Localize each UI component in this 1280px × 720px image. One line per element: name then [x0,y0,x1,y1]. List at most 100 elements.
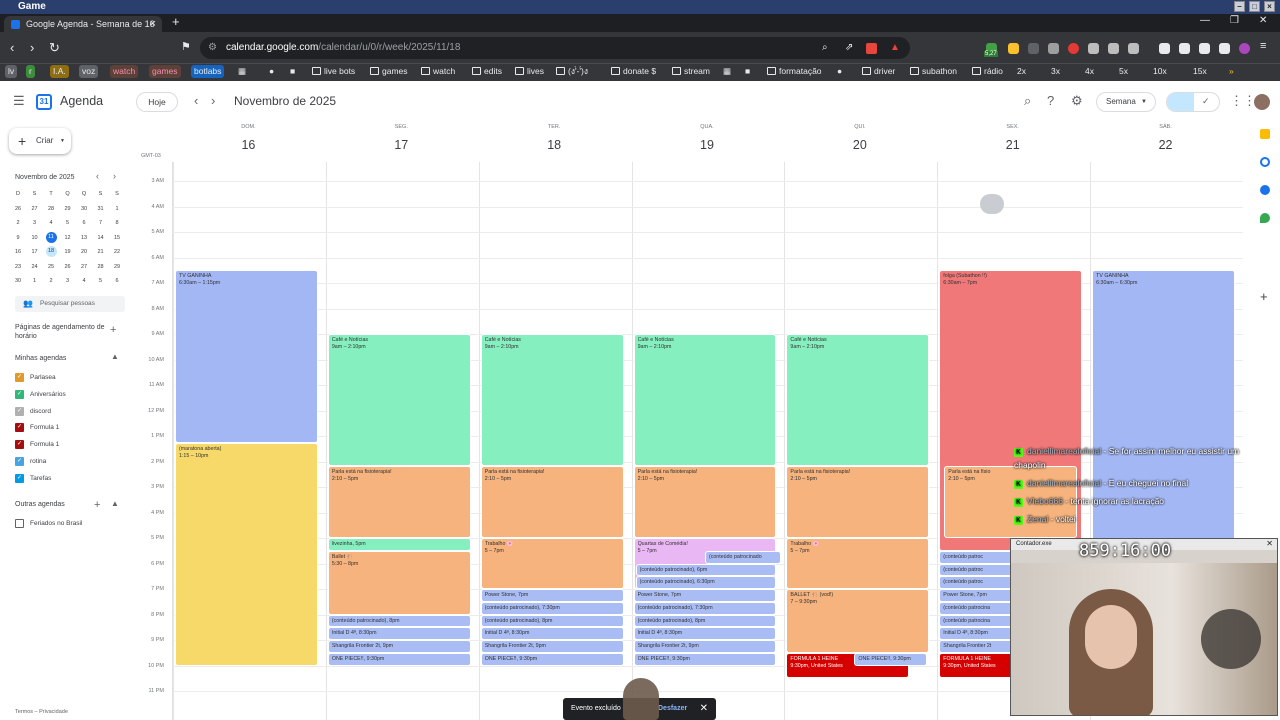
mini-day[interactable]: 4 [43,217,59,229]
collapse-icon[interactable]: ▲ [111,352,119,361]
mini-day[interactable]: 2 [10,217,26,229]
day-number[interactable]: 16 [218,138,278,152]
calendar-event[interactable]: Shangrila Frontier 2t, 9pm [327,640,471,653]
mini-day[interactable]: 29 [60,203,76,215]
calendar-event[interactable]: Café e Notícias 9am – 2:10pm [786,334,930,466]
my-calendars-title[interactable]: Minhas agendas [15,355,66,362]
add-calendar-icon[interactable]: + [94,499,100,511]
extension-icon[interactable] [1239,43,1250,54]
checkbox[interactable]: ✓ [15,423,24,433]
checkbox[interactable] [15,519,24,528]
bookmark-folder[interactable]: edits [469,65,505,78]
new-tab-button[interactable]: + [172,14,180,29]
mini-day[interactable]: 5 [60,217,76,229]
calendar-event[interactable]: (conteúdo patrocinado), 6pm [635,563,777,577]
day-number[interactable]: 17 [371,138,431,152]
calendar-event[interactable]: (conteúdo patrocinado), 8pm [480,614,624,628]
mini-day[interactable]: 28 [43,203,59,215]
mini-day[interactable]: 30 [76,203,92,215]
create-button[interactable]: + Criar ▼ [9,128,71,154]
close-icon[interactable]: ✕ [700,698,708,720]
day-number[interactable]: 18 [524,138,584,152]
mini-prev-icon[interactable]: ‹ [96,171,99,181]
mini-day[interactable]: 5 [93,275,109,287]
bookmark-item[interactable]: 3x [1048,65,1063,78]
reload-icon[interactable]: ↻ [49,40,60,56]
checkbox[interactable]: ✓ [15,406,24,416]
bookmark-folder[interactable]: watch [418,65,458,78]
site-info-icon[interactable]: ⚙ [208,37,217,59]
mini-day[interactable]: 21 [93,246,109,258]
mini-day[interactable]: 26 [10,203,26,215]
share-icon[interactable]: ⇗ [845,37,853,59]
bookmark-icon[interactable]: ⚑ [181,40,191,53]
checkbox[interactable]: ✓ [15,440,24,450]
bookmark-folder[interactable]: donate $ [608,65,659,78]
mini-day[interactable]: 20 [76,246,92,258]
bookmark-folder[interactable]: rádio [969,65,1006,78]
calendar-event[interactable]: Parla está na fisioterapia! 2:10 – 5pm [786,465,930,539]
mini-day[interactable]: 4 [76,275,92,287]
other-calendars-title[interactable]: Outras agendas [15,501,65,508]
calendar-event[interactable]: (conteúdo patrocinado), 7:30pm [480,601,624,615]
mini-day[interactable]: 29 [109,261,125,273]
calendar-event[interactable]: ONE PIECE!!, 9:30pm [633,652,777,666]
undo-button[interactable]: Desfazer [658,698,687,720]
previous-week-icon[interactable]: ‹ [194,93,198,108]
bookmark-icon[interactable]: ● [266,65,277,78]
mini-day[interactable]: 28 [93,261,109,273]
contacts-icon[interactable] [1260,185,1270,195]
bookmark-item[interactable]: 5x [1116,65,1131,78]
url-input[interactable]: ⚙ calendar.google.com/calendar/u/0/r/wee… [200,37,910,59]
get-addons-icon[interactable]: + [1260,289,1268,304]
extension-icon[interactable] [1048,43,1059,54]
mini-day[interactable]: 13 [76,232,92,244]
bookmark-folder[interactable]: stream [669,65,713,78]
calendar-event[interactable]: Parla está na fisioterapia! 2:10 – 5pm [633,465,777,539]
view-selector[interactable]: Semana ▼ [1096,92,1156,112]
calendar-event[interactable]: (conteúdo patrocinado), 6:30pm [635,576,777,590]
calendar-event[interactable]: Shangrila Frontier 2t, 9pm [480,640,624,653]
calendar-event[interactable]: ONE PIECE!!, 9:30pm [854,652,928,666]
browser-tab[interactable]: Google Agenda - Semana de 16 × [4,16,162,32]
avatar[interactable] [1254,94,1270,110]
calendar-event[interactable]: BALLET 🩰 (vod!) 7 – 9:30pm [786,589,930,653]
browser-close-icon[interactable]: ✕ [1259,15,1267,26]
day-number[interactable]: 22 [1136,138,1196,152]
calendar-event[interactable]: Café e Notícias 9am – 2:10pm [327,334,471,466]
bookmark-item[interactable]: voz [79,65,99,78]
mini-day[interactable]: 2 [43,275,59,287]
bookmark-folder[interactable]: driver [859,65,898,78]
brave-shield-icon[interactable] [866,43,877,54]
calendar-event[interactable]: ONE PIECE!!, 9:30pm [480,652,624,666]
browser-menu-icon[interactable]: ≡ [1260,40,1266,52]
checkbox[interactable]: ✓ [15,389,24,399]
bookmark-icon[interactable]: ▦ [720,65,734,78]
calendar-event[interactable]: livezinha, 5pm [327,538,471,551]
calendar-event[interactable]: Trabalho 🌸 5 – 7pm [786,538,930,590]
tasks-view-icon[interactable]: ✓ [1202,96,1210,107]
calendar-event[interactable]: (maratona aberta) 1:15 – 10pm [175,442,318,666]
next-week-icon[interactable]: › [211,93,215,108]
settings-gear-icon[interactable]: ⚙ [1071,93,1083,109]
calendar-event[interactable]: Ballet 🩰 5:30 – 8pm [327,550,471,615]
close-tab-icon[interactable]: × [150,16,156,32]
extension-icon[interactable] [1179,43,1190,54]
bookmark-folder[interactable]: (ง'̀-'́)ง [553,65,591,78]
calendar-item[interactable]: ✓ rotina [15,457,125,467]
rewards-icon[interactable]: ▲ [890,37,900,59]
mini-day[interactable]: 1 [27,275,43,287]
calendar-event[interactable]: (conteúdo patrocinado), 8pm [327,614,471,628]
calendar-tasks-toggle[interactable]: ✓ [1166,92,1220,112]
apps-grid-icon[interactable]: ⋮⋮ [1230,93,1256,109]
bookmark-folder[interactable]: lives [512,65,547,78]
calendar-event[interactable]: Power Stone, 7pm [480,589,624,602]
bookmark-folder[interactable]: games [367,65,411,78]
terms-link[interactable]: Termos – Privacidade [15,709,68,715]
mini-day[interactable]: 3 [27,217,43,229]
back-icon[interactable]: ‹ [10,40,14,55]
help-icon[interactable]: ? [1047,93,1054,108]
calendar-item[interactable]: ✓ discord [15,406,125,417]
bookmark-folder[interactable]: subathon [907,65,960,78]
calendar-event[interactable]: Shangrila Frontier 2t, 9pm [633,640,777,653]
